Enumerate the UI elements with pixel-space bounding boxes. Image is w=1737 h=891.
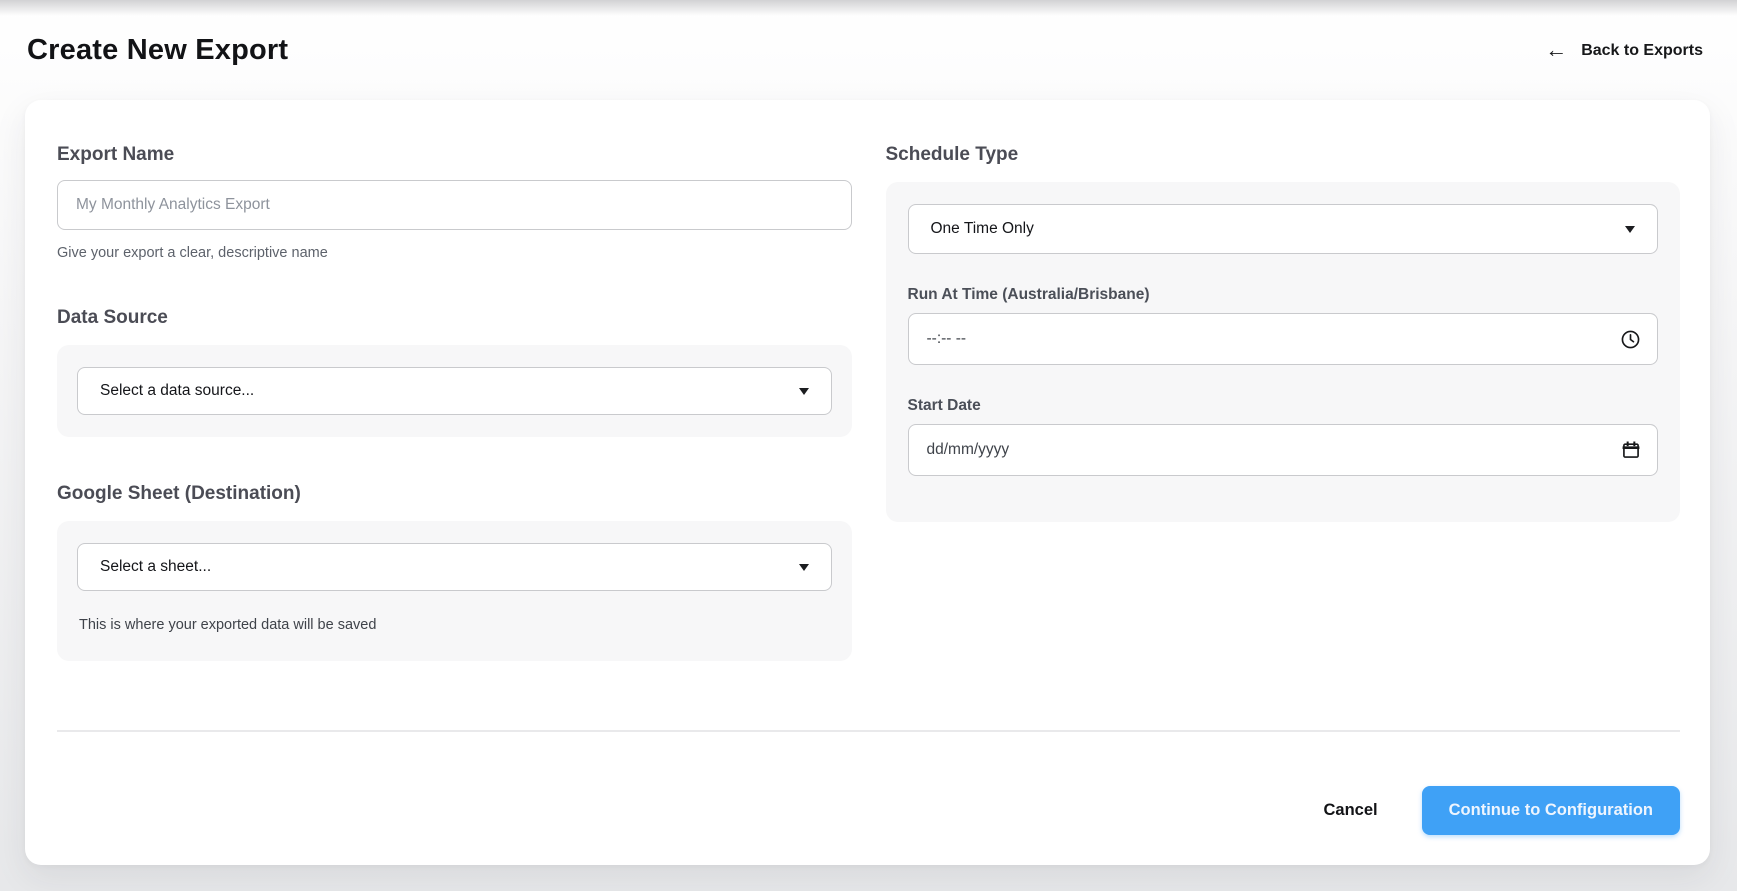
google-sheet-subcard: Select a sheet... This is where your exp… [57, 521, 852, 661]
google-sheet-heading: Google Sheet (Destination) [57, 483, 301, 504]
schedule-type-select-value: One Time Only [930, 220, 1034, 237]
chevron-down-icon [798, 387, 809, 395]
export-name-input[interactable] [57, 180, 852, 230]
back-to-exports-label: Back to Exports [1581, 41, 1703, 59]
export-name-help: Give your export a clear, descriptive na… [57, 245, 328, 261]
run-at-time-label: Run At Time (Australia/Brisbane) [907, 286, 1150, 303]
back-to-exports-link[interactable]: ← Back to Exports [1545, 36, 1703, 62]
data-source-select-value: Select a data source... [100, 382, 255, 399]
google-sheet-select-value: Select a sheet... [100, 558, 212, 575]
continue-to-configuration-button[interactable]: Continue to Configuration [1421, 786, 1680, 835]
data-source-select[interactable]: Select a data source... [77, 367, 832, 415]
create-export-card: Export Name Give your export a clear, de… [25, 100, 1710, 865]
cancel-button[interactable]: Cancel [1324, 801, 1378, 820]
data-source-subcard: Select a data source... [57, 345, 852, 437]
start-date-value: dd/mm/yyyy [926, 441, 1010, 458]
start-date-group: Start Date dd/mm/yyyy [907, 397, 1658, 476]
google-sheet-select[interactable]: Select a sheet... [77, 543, 832, 591]
arrow-left-icon: ← [1545, 36, 1568, 62]
page-header: Create New Export ← Back to Exports [0, 0, 1737, 67]
schedule-subcard: One Time Only Run At Time (Australia/Bri… [885, 182, 1680, 522]
chevron-down-icon [1625, 225, 1635, 233]
run-at-time-value: --:-- -- [926, 330, 967, 347]
run-at-time-group: Run At Time (Australia/Brisbane) --:-- -… [907, 286, 1658, 365]
form-footer: Cancel Continue to Configuration [57, 730, 1680, 865]
chevron-down-icon [798, 563, 809, 571]
clock-icon[interactable] [1620, 329, 1641, 350]
data-source-heading: Data Source [57, 307, 168, 328]
left-column: Export Name Give your export a clear, de… [57, 144, 852, 661]
start-date-input[interactable]: dd/mm/yyyy [907, 424, 1658, 476]
google-sheet-help: This is where your exported data will be… [79, 617, 377, 633]
schedule-type-select[interactable]: One Time Only [907, 204, 1658, 254]
calendar-icon[interactable] [1621, 440, 1641, 460]
run-at-time-input[interactable]: --:-- -- [907, 313, 1658, 365]
page-title: Create New Export [27, 34, 289, 66]
form-body: Export Name Give your export a clear, de… [25, 100, 1710, 730]
start-date-label: Start Date [907, 397, 981, 414]
export-name-heading: Export Name [57, 144, 175, 165]
schedule-type-heading: Schedule Type [885, 144, 1019, 165]
right-column: Schedule Type One Time Only Run At Time … [885, 144, 1680, 522]
